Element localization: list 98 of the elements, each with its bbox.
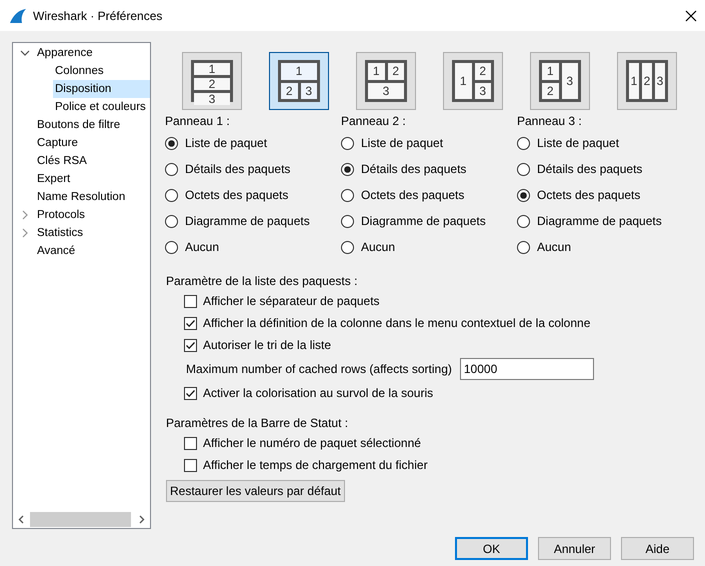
pane-number: 3 <box>474 82 491 99</box>
tree-item[interactable]: Boutons de filtre <box>35 116 122 134</box>
checkbox-label[interactable]: Activer la colorisation au survol de la souris <box>203 386 434 400</box>
dialog-button[interactable]: Aide <box>621 537 694 560</box>
pane-number: 3 <box>368 82 404 99</box>
restore-defaults-button[interactable]: Restaurer les valeurs par défaut <box>166 480 345 502</box>
scrollbar-thumb[interactable] <box>30 512 131 527</box>
pane-number: 3 <box>562 63 578 99</box>
layout-option[interactable]: 1 2 3 <box>356 52 416 110</box>
chevron-right-icon[interactable] <box>20 210 30 220</box>
layout-option[interactable]: 1 2 3 <box>269 52 329 110</box>
group-label: Panneau 1 : <box>165 113 230 130</box>
radio-label[interactable]: Liste de paquet <box>537 136 620 150</box>
tree-item[interactable]: Name Resolution <box>35 188 126 206</box>
radio-label[interactable]: Aucun <box>537 240 572 254</box>
tree-item[interactable]: Statistics <box>35 224 84 242</box>
pane-number: 3 <box>655 63 665 99</box>
group-label: Panneau 2 : <box>341 113 406 130</box>
tree-item[interactable]: Disposition <box>53 80 150 98</box>
checkbox[interactable] <box>184 458 197 472</box>
radio-button[interactable] <box>341 240 354 254</box>
tree-item[interactable]: Expert <box>35 170 72 188</box>
pane-number: 2 <box>281 82 298 99</box>
radio-label[interactable]: Diagramme de paquets <box>537 214 662 228</box>
tree-item[interactable]: Protocols <box>35 206 86 224</box>
radio-label[interactable]: Détails des paquets <box>537 162 642 176</box>
pane-number: 2 <box>642 63 652 99</box>
radio-button[interactable] <box>165 240 178 254</box>
radio-label[interactable]: Liste de paquet <box>361 136 444 150</box>
checkbox-label[interactable]: Afficher le séparateur de paquets <box>203 294 380 308</box>
radio-button[interactable] <box>341 214 354 228</box>
radio-label[interactable]: Liste de paquet <box>185 136 268 150</box>
radio-button[interactable] <box>517 162 530 176</box>
radio-label[interactable]: Détails des paquets <box>185 162 290 176</box>
checkbox[interactable] <box>184 386 197 400</box>
pane-number: 1 <box>455 63 472 99</box>
window-title: Wireshark · Préférences <box>33 8 162 22</box>
checkbox-label[interactable]: Afficher la définition de la colonne dans le menu contextuel de la colonne <box>203 316 590 330</box>
pane-number: 1 <box>542 63 558 80</box>
tree-item[interactable]: Avancé <box>35 242 76 260</box>
layout-option[interactable]: 1 2 3 <box>443 52 503 110</box>
tree-item[interactable]: Capture <box>35 134 79 152</box>
radio-button[interactable] <box>517 188 530 202</box>
dialog-button[interactable]: OK <box>455 537 528 560</box>
section-label: Paramètres de la Barre de Statut : <box>166 415 348 432</box>
checkbox-label[interactable]: Afficher le numéro de paquet sélectionné <box>203 436 421 450</box>
close-icon[interactable] <box>685 10 697 22</box>
pane-number: 2 <box>474 63 491 80</box>
pane-number: 2 <box>388 63 404 80</box>
tree-item[interactable]: Clés RSA <box>35 152 88 170</box>
checkbox[interactable] <box>184 316 197 330</box>
group-label: Panneau 3 : <box>517 113 582 130</box>
radio-label[interactable]: Aucun <box>185 240 220 254</box>
radio-button[interactable] <box>517 240 530 254</box>
layout-option[interactable]: 1 2 3 <box>617 52 677 110</box>
radio-label[interactable]: Détails des paquets <box>361 162 466 176</box>
scroll-left-icon[interactable] <box>17 515 26 524</box>
radio-label[interactable]: Octets des paquets <box>185 188 288 202</box>
pane-number: 3 <box>300 82 317 99</box>
layout-option[interactable]: 1 2 3 <box>182 52 242 110</box>
pane-number: 1 <box>368 63 384 80</box>
pane-number: 2 <box>542 82 558 99</box>
radio-button[interactable] <box>517 214 530 228</box>
checkbox-label[interactable]: Afficher le temps de chargement du fichier <box>203 458 428 472</box>
checkbox[interactable] <box>184 436 197 450</box>
shark-fin-icon <box>9 8 27 24</box>
tree-item[interactable]: Apparence <box>35 44 94 62</box>
radio-label[interactable]: Octets des paquets <box>537 188 640 202</box>
tree-item[interactable]: Police et couleurs <box>53 98 147 116</box>
radio-label[interactable]: Diagramme de paquets <box>361 214 486 228</box>
radio-button[interactable] <box>165 214 178 228</box>
input-field[interactable]: 10000 <box>460 358 594 380</box>
radio-label[interactable]: Diagramme de paquets <box>185 214 310 228</box>
radio-button[interactable] <box>341 136 354 150</box>
dialog-button[interactable]: Annuler <box>538 537 611 560</box>
field-label: Maximum number of cached rows (affects sorting) <box>186 362 452 376</box>
layout-option[interactable]: 1 2 3 <box>530 52 590 110</box>
radio-button[interactable] <box>517 136 530 150</box>
section-label: Paramètre de la liste des paquests : <box>166 273 358 290</box>
radio-button[interactable] <box>341 162 354 176</box>
radio-button[interactable] <box>165 188 178 202</box>
pane-number: 1 <box>194 63 230 75</box>
chevron-right-icon[interactable] <box>20 228 30 238</box>
pane-number: 2 <box>194 78 230 90</box>
pane-number: 1 <box>281 63 317 80</box>
radio-label[interactable]: Octets des paquets <box>361 188 464 202</box>
chevron-down-icon[interactable] <box>20 48 30 58</box>
tree-item[interactable]: Colonnes <box>53 62 105 80</box>
checkbox[interactable] <box>184 294 197 308</box>
pane-number: 3 <box>194 93 230 105</box>
checkbox[interactable] <box>184 338 197 352</box>
scroll-right-icon[interactable] <box>137 515 146 524</box>
radio-label[interactable]: Aucun <box>361 240 396 254</box>
checkbox-label[interactable]: Autoriser le tri de la liste <box>203 338 332 352</box>
radio-button[interactable] <box>165 162 178 176</box>
radio-button[interactable] <box>341 188 354 202</box>
pane-number: 1 <box>629 63 639 99</box>
radio-button[interactable] <box>165 136 178 150</box>
